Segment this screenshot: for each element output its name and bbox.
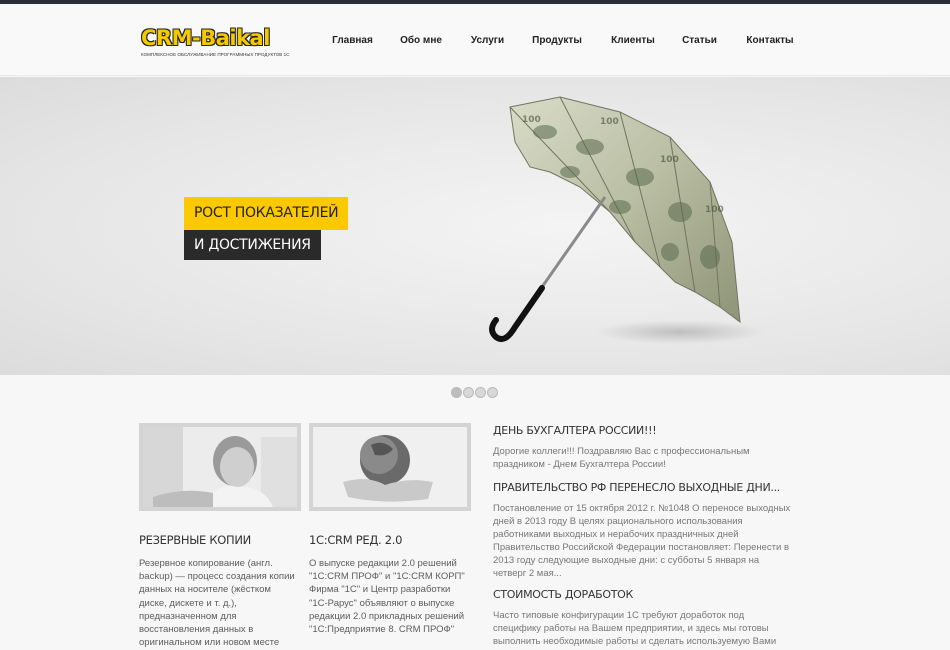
globe-in-hands-photo <box>313 427 467 507</box>
news-item: ДЕНЬ БУХГАЛТЕРА РОССИИ!!! Дорогие коллег… <box>493 424 793 471</box>
nav-label: Контакты <box>746 34 794 46</box>
main-nav: Главная Обо мне Услуги Продукты Клиенты … <box>318 4 813 76</box>
slide-dot[interactable] <box>487 387 498 398</box>
svg-text:100: 100 <box>600 117 619 127</box>
card-image-globe[interactable] <box>309 423 471 511</box>
site-header: CRM-Baikal КОМПЛЕКСНОЕ ОБСЛУЖИВАНИЕ ПРОГ… <box>0 4 950 76</box>
slider-pagination <box>451 387 498 398</box>
site-logo[interactable]: CRM-Baikal КОМПЛЕКСНОЕ ОБСЛУЖИВАНИЕ ПРОГ… <box>141 26 290 62</box>
slide-dot[interactable] <box>451 387 462 398</box>
nav-label: Статьи <box>682 34 717 46</box>
svg-text:100: 100 <box>522 115 541 125</box>
news-text: Дорогие коллеги!!! Поздравляю Вас с проф… <box>493 446 750 470</box>
nav-item-about[interactable]: Обо мне <box>387 4 455 76</box>
nav-item-contacts[interactable]: Контакты <box>727 4 813 76</box>
hero-headline-1: РОСТ ПОКАЗАТЕЛЕЙ <box>184 197 349 230</box>
nav-label: Клиенты <box>611 34 655 46</box>
news-title[interactable]: СТОИМОСТЬ ДОРАБОТОК <box>493 588 793 601</box>
card-title[interactable]: РЕЗЕРВНЫЕ КОПИИ <box>139 533 251 547</box>
hero-slider: РОСТ ПОКАЗАТЕЛЕЙ И ДОСТИЖЕНИЯ 100 100 10… <box>0 77 950 375</box>
nav-label: Услуги <box>470 34 505 46</box>
nav-item-services[interactable]: Услуги <box>455 4 520 76</box>
nav-item-home[interactable]: Главная <box>318 4 387 76</box>
nav-item-articles[interactable]: Статьи <box>672 4 727 76</box>
nav-label: Продукты <box>532 34 582 46</box>
card-text: О выпуске редакции 2.0 решений "1С:CRM П… <box>309 558 465 636</box>
news-title[interactable]: ПРАВИТЕЛЬСТВО РФ ПЕРЕНЕСЛО ВЫХОДНЫЕ ДНИ.… <box>493 481 793 494</box>
nav-label: Главная <box>332 34 373 46</box>
card-image-woman[interactable] <box>139 423 301 511</box>
svg-text:100: 100 <box>705 205 724 215</box>
nav-label: Обо мне <box>400 34 442 46</box>
smiling-woman-photo <box>143 427 297 507</box>
slide-dot[interactable] <box>463 387 474 398</box>
news-item: СТОИМОСТЬ ДОРАБОТОК Часто типовые конфиг… <box>493 588 793 650</box>
money-umbrella-image: 100 100 100 100 <box>489 96 765 344</box>
news-item: ПРАВИТЕЛЬСТВО РФ ПЕРЕНЕСЛО ВЫХОДНЫЕ ДНИ.… <box>493 481 793 580</box>
nav-item-clients[interactable]: Клиенты <box>594 4 672 76</box>
slide-dot[interactable] <box>475 387 486 398</box>
card-text: Резервное копирование (англ. backup) — п… <box>139 558 295 649</box>
news-title[interactable]: ДЕНЬ БУХГАЛТЕРА РОССИИ!!! <box>493 424 793 437</box>
nav-item-products[interactable]: Продукты <box>520 4 594 76</box>
news-text: Часто типовые конфигурации 1С требуют до… <box>493 610 777 650</box>
hero-headline-2: И ДОСТИЖЕНИЯ <box>184 230 321 260</box>
logo-tagline: КОМПЛЕКСНОЕ ОБСЛУЖИВАНИЕ ПРОГРАММНЫХ ПРО… <box>141 52 290 57</box>
news-text: Постановление от 15 октября 2012 г. №104… <box>493 503 791 579</box>
svg-text:100: 100 <box>660 155 679 165</box>
logo-name: CRM-Baikal <box>141 26 270 50</box>
card-title[interactable]: 1С:CRM РЕД. 2.0 <box>309 533 402 547</box>
